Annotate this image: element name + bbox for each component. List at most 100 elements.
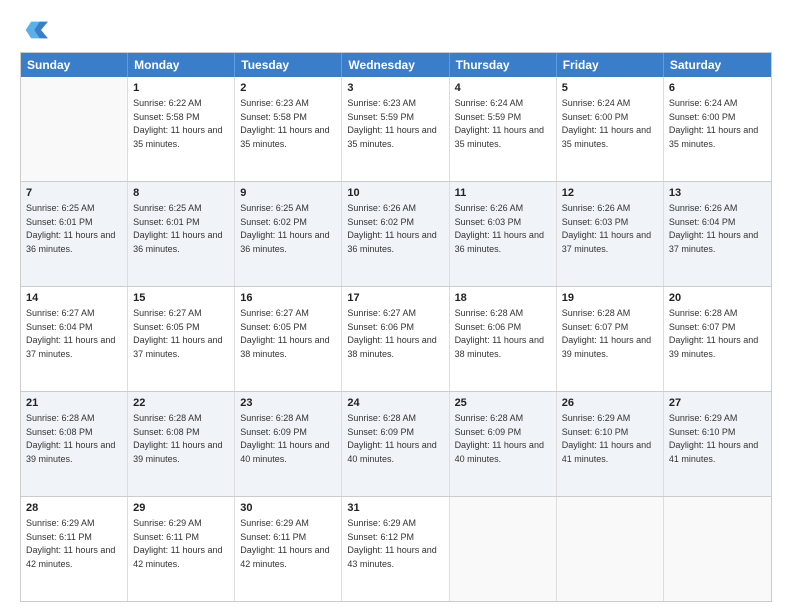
calendar-header: SundayMondayTuesdayWednesdayThursdayFrid… — [21, 53, 771, 77]
calendar: SundayMondayTuesdayWednesdayThursdayFrid… — [20, 52, 772, 602]
calendar-cell-empty — [21, 77, 128, 181]
calendar-cell-empty — [664, 497, 771, 601]
calendar-day-header: Tuesday — [235, 53, 342, 77]
day-number: 16 — [240, 291, 336, 306]
day-number: 31 — [347, 501, 443, 516]
calendar-week: 7 Sunrise: 6:25 AMSunset: 6:01 PMDaylight… — [21, 182, 771, 287]
day-number: 27 — [669, 396, 766, 411]
calendar-day-header: Sunday — [21, 53, 128, 77]
header — [20, 16, 772, 44]
calendar-cell: 5Sunrise: 6:24 AMSunset: 6:00 PMDaylight… — [557, 77, 664, 181]
calendar-cell: 7 Sunrise: 6:25 AMSunset: 6:01 PMDaylight… — [21, 182, 128, 286]
calendar-cell: 14Sunrise: 6:27 AMSunset: 6:04 PMDayligh… — [21, 287, 128, 391]
day-number: 10 — [347, 186, 443, 201]
day-number: 20 — [669, 291, 766, 306]
calendar-cell: 16Sunrise: 6:27 AMSunset: 6:05 PMDayligh… — [235, 287, 342, 391]
calendar-day-header: Friday — [557, 53, 664, 77]
calendar-cell: 24Sunrise: 6:28 AMSunset: 6:09 PMDayligh… — [342, 392, 449, 496]
calendar-cell: 27 Sunrise: 6:29 AMSunset: 6:10 PMDayligh… — [664, 392, 771, 496]
day-number: 4 — [455, 81, 551, 96]
calendar-cell: 21 Sunrise: 6:28 AMSunset: 6:08 PMDayligh… — [21, 392, 128, 496]
calendar-body: 1 Sunrise: 6:22 AMSunset: 5:58 PMDaylight… — [21, 77, 771, 601]
day-number: 25 — [455, 396, 551, 411]
calendar-cell: 9 Sunrise: 6:25 AMSunset: 6:02 PMDaylight… — [235, 182, 342, 286]
calendar-cell: 13 Sunrise: 6:26 AMSunset: 6:04 PMDayligh… — [664, 182, 771, 286]
cell-sunrise: Sunrise: 6:29 AMSunset: 6:10 PMDaylight:… — [669, 413, 758, 464]
calendar-cell: 4 Sunrise: 6:24 AMSunset: 5:59 PMDaylight… — [450, 77, 557, 181]
day-number: 12 — [562, 186, 658, 201]
cell-sunrise: Sunrise: 6:24 AMSunset: 5:59 PMDaylight:… — [455, 98, 544, 149]
cell-sunrise: Sunrise: 6:27 AMSunset: 6:06 PMDaylight:… — [347, 308, 436, 359]
cell-sunrise: Sunrise: 6:29 AMSunset: 6:11 PMDaylight:… — [133, 518, 222, 569]
day-number: 23 — [240, 396, 336, 411]
calendar-cell: 6 Sunrise: 6:24 AMSunset: 6:00 PMDaylight… — [664, 77, 771, 181]
cell-sunrise: Sunrise: 6:26 AMSunset: 6:04 PMDaylight:… — [669, 203, 758, 254]
day-number: 3 — [347, 81, 443, 96]
calendar-day-header: Saturday — [664, 53, 771, 77]
calendar-cell: 17 Sunrise: 6:27 AMSunset: 6:06 PMDayligh… — [342, 287, 449, 391]
day-number: 5 — [562, 81, 658, 96]
calendar-week: 1 Sunrise: 6:22 AMSunset: 5:58 PMDaylight… — [21, 77, 771, 182]
cell-sunrise: Sunrise: 6:29 AMSunset: 6:11 PMDaylight:… — [240, 518, 329, 569]
calendar-cell: 15Sunrise: 6:27 AMSunset: 6:05 PMDayligh… — [128, 287, 235, 391]
logo — [20, 16, 54, 44]
cell-sunrise: Sunrise: 6:28 AMSunset: 6:07 PMDaylight:… — [669, 308, 758, 359]
day-number: 2 — [240, 81, 336, 96]
calendar-cell: 22 Sunrise: 6:28 AMSunset: 6:08 PMDayligh… — [128, 392, 235, 496]
day-number: 6 — [669, 81, 766, 96]
calendar-cell: 1 Sunrise: 6:22 AMSunset: 5:58 PMDaylight… — [128, 77, 235, 181]
cell-sunrise: Sunrise: 6:24 AMSunset: 6:00 PMDaylight:… — [669, 98, 758, 149]
cell-sunrise: Sunrise: 6:23 AMSunset: 5:59 PMDaylight:… — [347, 98, 436, 149]
cell-sunrise: Sunrise: 6:26 AMSunset: 6:03 PMDaylight:… — [562, 203, 651, 254]
cell-sunrise: Sunrise: 6:28 AMSunset: 6:09 PMDaylight:… — [347, 413, 436, 464]
calendar-week: 21 Sunrise: 6:28 AMSunset: 6:08 PMDayligh… — [21, 392, 771, 497]
day-number: 8 — [133, 186, 229, 201]
cell-sunrise: Sunrise: 6:28 AMSunset: 6:07 PMDaylight:… — [562, 308, 651, 359]
cell-sunrise: Sunrise: 6:28 AMSunset: 6:06 PMDaylight:… — [455, 308, 544, 359]
cell-sunrise: Sunrise: 6:27 AMSunset: 6:04 PMDaylight:… — [26, 308, 115, 359]
calendar-cell: 31 Sunrise: 6:29 AMSunset: 6:12 PMDayligh… — [342, 497, 449, 601]
day-number: 11 — [455, 186, 551, 201]
calendar-cell-empty — [450, 497, 557, 601]
day-number: 21 — [26, 396, 122, 411]
cell-sunrise: Sunrise: 6:26 AMSunset: 6:03 PMDaylight:… — [455, 203, 544, 254]
calendar-cell: 23 Sunrise: 6:28 AMSunset: 6:09 PMDayligh… — [235, 392, 342, 496]
cell-sunrise: Sunrise: 6:29 AMSunset: 6:11 PMDaylight:… — [26, 518, 115, 569]
calendar-cell: 8Sunrise: 6:25 AMSunset: 6:01 PMDaylight… — [128, 182, 235, 286]
calendar-cell: 2 Sunrise: 6:23 AMSunset: 5:58 PMDaylight… — [235, 77, 342, 181]
calendar-cell: 26Sunrise: 6:29 AMSunset: 6:10 PMDayligh… — [557, 392, 664, 496]
cell-sunrise: Sunrise: 6:22 AMSunset: 5:58 PMDaylight:… — [133, 98, 222, 149]
cell-sunrise: Sunrise: 6:29 AMSunset: 6:12 PMDaylight:… — [347, 518, 436, 569]
cell-sunrise: Sunrise: 6:23 AMSunset: 5:58 PMDaylight:… — [240, 98, 329, 149]
calendar-cell: 11 Sunrise: 6:26 AMSunset: 6:03 PMDayligh… — [450, 182, 557, 286]
calendar-cell-empty — [557, 497, 664, 601]
cell-sunrise: Sunrise: 6:28 AMSunset: 6:08 PMDaylight:… — [26, 413, 115, 464]
cell-sunrise: Sunrise: 6:28 AMSunset: 6:09 PMDaylight:… — [240, 413, 329, 464]
cell-sunrise: Sunrise: 6:25 AMSunset: 6:02 PMDaylight:… — [240, 203, 329, 254]
calendar-day-header: Wednesday — [342, 53, 449, 77]
cell-sunrise: Sunrise: 6:28 AMSunset: 6:09 PMDaylight:… — [455, 413, 544, 464]
calendar-day-header: Monday — [128, 53, 235, 77]
calendar-cell: 12 Sunrise: 6:26 AMSunset: 6:03 PMDayligh… — [557, 182, 664, 286]
day-number: 1 — [133, 81, 229, 96]
day-number: 7 — [26, 186, 122, 201]
day-number: 30 — [240, 501, 336, 516]
calendar-cell: 20 Sunrise: 6:28 AMSunset: 6:07 PMDayligh… — [664, 287, 771, 391]
day-number: 28 — [26, 501, 122, 516]
day-number: 29 — [133, 501, 229, 516]
cell-sunrise: Sunrise: 6:25 AMSunset: 6:01 PMDaylight:… — [26, 203, 115, 254]
calendar-day-header: Thursday — [450, 53, 557, 77]
calendar-cell: 10 Sunrise: 6:26 AMSunset: 6:02 PMDayligh… — [342, 182, 449, 286]
cell-sunrise: Sunrise: 6:26 AMSunset: 6:02 PMDaylight:… — [347, 203, 436, 254]
day-number: 22 — [133, 396, 229, 411]
logo-icon — [20, 16, 48, 44]
day-number: 9 — [240, 186, 336, 201]
calendar-cell: 28 Sunrise: 6:29 AMSunset: 6:11 PMDayligh… — [21, 497, 128, 601]
calendar-cell: 29 Sunrise: 6:29 AMSunset: 6:11 PMDayligh… — [128, 497, 235, 601]
day-number: 13 — [669, 186, 766, 201]
day-number: 18 — [455, 291, 551, 306]
calendar-cell: 30 Sunrise: 6:29 AMSunset: 6:11 PMDayligh… — [235, 497, 342, 601]
cell-sunrise: Sunrise: 6:28 AMSunset: 6:08 PMDaylight:… — [133, 413, 222, 464]
day-number: 17 — [347, 291, 443, 306]
day-number: 26 — [562, 396, 658, 411]
